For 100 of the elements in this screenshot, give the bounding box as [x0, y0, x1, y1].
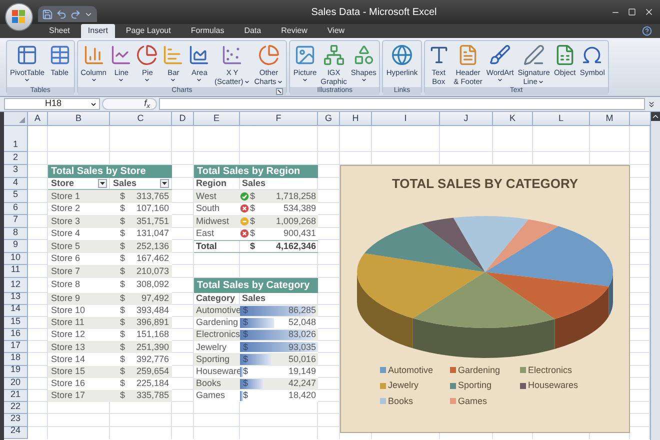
table-cell-text: 42,247 — [288, 377, 316, 390]
row-header[interactable]: 24 — [4, 426, 28, 439]
row-header[interactable]: 13 — [4, 292, 28, 305]
name-box[interactable]: H18 — [4, 98, 100, 110]
currency-symbol: $ — [250, 240, 256, 252]
column-header[interactable]: D — [172, 112, 194, 126]
row-header[interactable]: 1 — [4, 126, 28, 152]
row-header[interactable]: 5 — [4, 190, 28, 202]
row-header[interactable]: 7 — [4, 215, 28, 228]
row-header[interactable]: 3 — [4, 165, 28, 178]
ribbon-tab[interactable]: Formulas — [182, 24, 234, 38]
row-header[interactable]: 4 — [4, 178, 28, 190]
pen-icon — [522, 44, 545, 66]
table-cell-text: 18,420 — [288, 389, 316, 402]
table-cell-text: Store 14 — [51, 352, 86, 366]
column-header[interactable]: J — [440, 112, 493, 126]
row-header[interactable]: 19 — [4, 366, 28, 378]
ribbon-tab[interactable]: Data — [235, 24, 270, 38]
currency-symbol: $ — [250, 227, 256, 240]
currency-symbol: $ — [120, 252, 126, 265]
row-header[interactable]: 6 — [4, 202, 28, 215]
column-header[interactable]: L — [533, 112, 590, 126]
ribbon-tab[interactable]: Review — [272, 24, 316, 38]
table-cell-text: West — [196, 190, 216, 202]
table-cell-text: Store 5 — [51, 240, 80, 252]
column-header[interactable]: I — [372, 112, 440, 126]
row-header[interactable]: 21 — [4, 390, 28, 402]
column-header[interactable]: C — [110, 112, 172, 126]
chart-panel[interactable]: TOTAL SALES BY CATEGORY Automotive Gardening Electronics Jewelry Sporting Housewares Books Games — [340, 165, 630, 433]
row-header[interactable]: 16 — [4, 329, 28, 342]
column-header[interactable]: K — [493, 112, 533, 126]
undo-icon[interactable] — [56, 8, 67, 20]
column-header[interactable]: H — [340, 112, 372, 126]
table-cell-text: 393,484 — [136, 304, 169, 318]
row-header[interactable]: 10 — [4, 252, 28, 265]
table-cell-text: 52,048 — [288, 316, 316, 330]
help-icon[interactable] — [642, 26, 652, 36]
row-header[interactable]: 23 — [4, 414, 28, 427]
brush-icon — [489, 44, 512, 66]
legend-label: Games — [458, 394, 488, 408]
row-header[interactable]: 15 — [4, 316, 28, 330]
table-cell-text: 351,751 — [136, 214, 169, 228]
table-cell-text: 50,016 — [288, 352, 316, 366]
table-cell-text: 19,149 — [288, 364, 316, 378]
currency-symbol: $ — [250, 214, 256, 228]
formula-input[interactable] — [159, 98, 645, 110]
ribbon-tab[interactable]: Sheet — [40, 24, 79, 38]
close-icon[interactable] — [644, 7, 654, 17]
save-icon[interactable] — [42, 8, 53, 20]
filter-button[interactable] — [160, 178, 169, 188]
caret-icon — [497, 77, 504, 83]
row-header[interactable]: 14 — [4, 304, 28, 317]
column-heading: Region — [196, 177, 226, 190]
table-cell-text: 396,891 — [136, 316, 169, 330]
omega-icon — [581, 44, 604, 66]
table-cell-text: 93,035 — [288, 340, 316, 354]
row-header[interactable]: 8 — [4, 228, 28, 240]
table-cell-text: South — [196, 202, 220, 215]
currency-symbol: $ — [243, 364, 248, 378]
table-cell-text: 83,026 — [288, 328, 316, 342]
column-header[interactable]: E — [194, 112, 240, 126]
row-header[interactable]: 18 — [4, 353, 28, 366]
insert-function-button[interactable]: f$_{x}$ — [102, 98, 157, 110]
vertical-scrollbar[interactable] — [650, 112, 660, 440]
table-cell-text: 97,492 — [141, 292, 169, 305]
row-header[interactable]: 20 — [4, 378, 28, 390]
column-header[interactable]: M — [590, 112, 630, 126]
filter-button[interactable] — [98, 178, 107, 188]
row-header[interactable]: 22 — [4, 402, 28, 414]
table-cell-text: 534,389 — [283, 202, 316, 215]
page-icon — [457, 44, 479, 66]
row-header[interactable]: 2 — [4, 152, 28, 165]
currency-symbol: $ — [120, 190, 126, 202]
row-header[interactable]: 11 — [4, 265, 28, 278]
column-header[interactable]: B — [48, 112, 110, 126]
legend-label: Housewares — [528, 379, 578, 392]
column-heading: Store — [51, 176, 74, 190]
dialog-launcher-icon[interactable] — [276, 88, 284, 94]
column-header[interactable]: A — [28, 112, 48, 126]
table-cell-text: Store 8 — [51, 278, 80, 292]
expand-icon[interactable] — [647, 100, 656, 108]
row-header[interactable]: 17 — [4, 341, 28, 354]
currency-symbol: $ — [250, 190, 256, 202]
caret-icon — [24, 77, 30, 83]
column-header[interactable]: F — [240, 112, 318, 126]
table-cell-text: Store 12 — [51, 328, 86, 342]
scroll-up-icon[interactable] — [651, 112, 660, 121]
table-cell-text: 86,285 — [288, 304, 316, 318]
ribbon-tab[interactable]: View — [318, 24, 354, 38]
table-cell-text: Store 13 — [51, 340, 86, 354]
currency-symbol: $ — [120, 328, 126, 342]
ribbon-tab[interactable]: Insert — [80, 24, 115, 38]
maximize-icon[interactable] — [628, 8, 636, 16]
redo-icon[interactable] — [70, 8, 81, 20]
table-cell-text: East — [196, 227, 214, 240]
table-cell-text: Store 7 — [51, 264, 80, 278]
ribbon-tab[interactable]: Page Layout — [116, 24, 180, 38]
column-header[interactable]: G — [318, 112, 340, 126]
row-header[interactable]: 9 — [4, 240, 28, 252]
row-header[interactable]: 12 — [4, 278, 28, 292]
